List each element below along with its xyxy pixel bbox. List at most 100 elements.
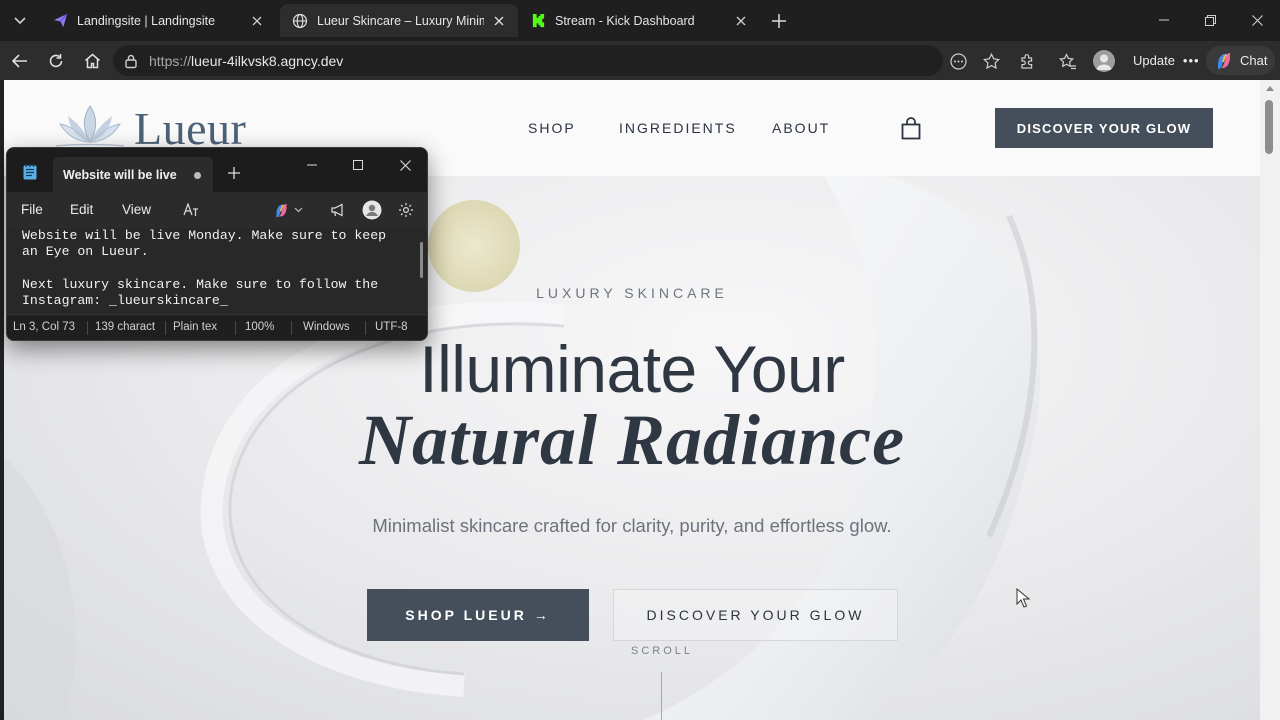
copilot-menu-button[interactable] [269,199,307,221]
editor-line: Website will be live Monday. Make sure t… [22,228,387,243]
menu-view[interactable]: View [122,202,151,217]
page-scrollbar[interactable] [1260,80,1280,720]
notepad-maximize-button[interactable] [341,152,375,178]
status-divider [87,321,88,335]
tab-kick-dashboard[interactable]: Stream - Kick Dashboard [518,4,760,37]
gear-icon [399,203,413,217]
notepad-text-editor[interactable]: Website will be live Monday. Make sure t… [7,228,427,314]
kick-logo-icon [530,13,546,29]
reload-icon [49,54,63,68]
url-scheme: https:// [149,52,192,69]
scrollbar-thumb[interactable] [1265,100,1273,154]
hero-headline-line2: Natural Radiance [358,400,906,480]
shopping-bag-icon[interactable] [900,116,922,140]
notepad-titlebar[interactable]: Website will be live [7,148,427,192]
minimize-window-button[interactable] [1150,6,1178,34]
update-button[interactable]: Update ••• [1123,46,1210,75]
nav-shop-link[interactable]: SHOP [528,120,576,136]
puzzle-icon [1020,53,1032,69]
account-button[interactable] [360,199,384,221]
back-button[interactable] [6,47,34,75]
tab-title: Stream - Kick Dashboard [555,13,695,28]
status-line-ending[interactable]: Windows [303,321,350,333]
notepad-app-icon [23,164,37,180]
notepad-new-tab-button[interactable] [223,162,245,184]
home-icon [84,53,100,69]
notepad-close-button[interactable] [388,152,422,178]
status-encoding[interactable]: UTF-8 [375,321,408,333]
nav-ingredients-link[interactable]: INGREDIENTS [619,120,737,136]
notepad-statusbar: Ln 3, Col 73 139 charact Plain tex 100% … [7,314,427,340]
tab-title: Landingsite | Landingsite [77,13,216,28]
home-button[interactable] [78,47,106,75]
status-cursor-position: Ln 3, Col 73 [13,321,76,333]
minimize-icon [307,164,317,166]
unsaved-dot-icon [194,172,201,179]
tab-actions-menu-button[interactable] [6,7,34,35]
status-zoom[interactable]: 100% [245,321,274,333]
text-format-button[interactable] [179,199,203,221]
copilot-icon [276,203,287,217]
user-avatar-icon [1096,54,1112,70]
reload-button[interactable] [42,47,70,75]
scroll-up-arrow-icon[interactable] [1266,86,1274,91]
close-icon [399,159,411,171]
profile-avatar-button[interactable] [1093,50,1115,72]
arrow-left-icon [12,54,27,68]
editor-line: an Eye on Lueur. [22,244,149,259]
new-tab-button[interactable] [766,8,792,34]
plus-icon [772,14,786,28]
restore-icon [1204,14,1216,26]
hero-subline: Minimalist skincare crafted for clarity,… [372,515,892,536]
status-character-count: 139 charact [95,321,156,333]
maximize-icon [353,160,363,170]
extensions-button[interactable] [1013,47,1041,75]
copilot-icon [1218,52,1230,69]
close-icon[interactable] [490,12,508,30]
close-window-button[interactable] [1243,6,1271,34]
status-format[interactable]: Plain tex [173,321,223,333]
paper-plane-icon [52,13,68,29]
address-bar[interactable]: https://lueur-4ilkvsk8.agncy.dev [113,45,943,76]
restore-window-button[interactable] [1196,6,1224,34]
editor-scrollbar-thumb[interactable] [420,242,423,278]
browser-tab-strip: Landingsite | Landingsite Lueur Skincare… [0,0,1280,41]
nav-about-link[interactable]: ABOUT [772,120,830,136]
shop-lueur-button[interactable]: SHOP LUEUR → [367,589,589,641]
notepad-window: Website will be live File Edit View Webs… [6,147,428,341]
ellipsis-icon: ••• [1182,53,1200,68]
settings-button[interactable] [394,199,418,221]
notepad-tab[interactable]: Website will be live [53,157,213,192]
tab-lueur-skincare[interactable]: Lueur Skincare – Luxury Minimalist [280,4,518,37]
close-icon[interactable] [732,12,750,30]
megaphone-icon [331,203,343,216]
copilot-chat-button[interactable]: Chat [1206,46,1276,75]
discover-your-glow-button[interactable]: DISCOVER YOUR GLOW [613,589,898,641]
notepad-tab-title: Website will be live [63,167,177,182]
header-discover-button[interactable]: DISCOVER YOUR GLOW [995,108,1213,148]
tab-landingsite[interactable]: Landingsite | Landingsite [40,4,276,37]
url-host: lueur-4ilkvsk8.agncy.dev [191,52,344,69]
favorites-button[interactable] [1054,47,1082,75]
menu-edit[interactable]: Edit [70,202,93,217]
whats-new-button[interactable] [326,199,350,221]
notepad-menubar: File Edit View [7,192,427,228]
editor-line: Instagram: _lueurskincare_ [22,293,228,308]
close-icon[interactable] [248,12,266,30]
reader-more-button[interactable] [944,47,972,75]
chevron-down-icon [294,207,303,213]
status-divider [365,321,366,335]
globe-icon [292,13,308,29]
favorite-star-button[interactable] [977,47,1005,75]
mouse-cursor-icon [1016,588,1030,608]
menu-file[interactable]: File [21,202,43,217]
scroll-indicator-label[interactable]: SCROLL [4,645,1260,657]
user-avatar-icon [362,200,382,220]
favorites-icon [1059,52,1076,69]
close-icon [1251,14,1263,26]
update-label: Update [1133,53,1175,68]
text-format-icon [183,203,198,216]
editor-line: Next luxury skincare. Make sure to follo… [22,277,379,292]
notepad-minimize-button[interactable] [295,152,329,178]
scroll-indicator-line [661,672,662,720]
